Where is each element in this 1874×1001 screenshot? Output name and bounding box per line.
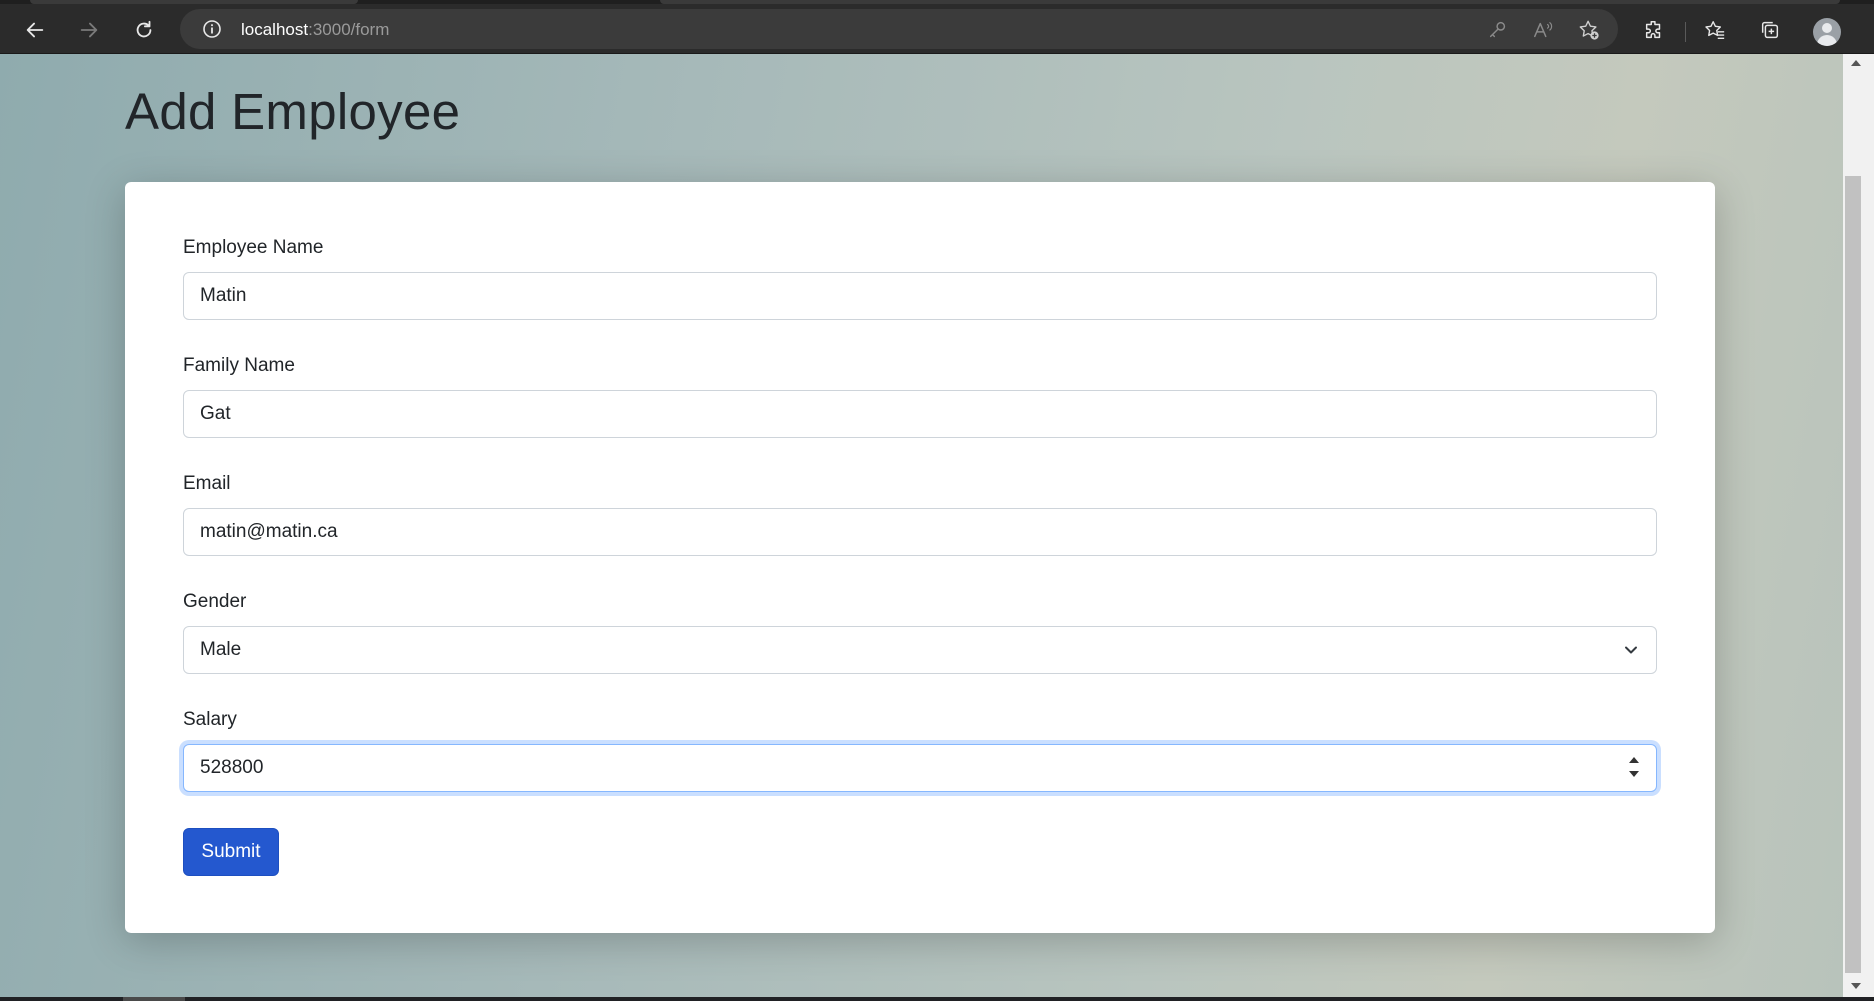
address-bar[interactable]: localhost:3000/form xyxy=(180,9,1618,49)
favorites-icon[interactable] xyxy=(1699,14,1731,46)
employee-name-label: Employee Name xyxy=(183,237,324,258)
scrollbar-thumb[interactable] xyxy=(1845,176,1861,973)
salary-input[interactable]: 528800 xyxy=(183,744,1657,792)
horizontal-scroll-indicator xyxy=(123,997,185,1001)
bottom-edge xyxy=(0,997,1874,1001)
gender-selected-value: Male xyxy=(200,639,242,660)
add-favorite-icon[interactable] xyxy=(1578,19,1600,41)
forward-arrow-icon[interactable] xyxy=(73,14,105,46)
avatar-head xyxy=(1822,23,1832,33)
back-arrow-icon[interactable] xyxy=(19,14,51,46)
family-name-group: Family Name Gat xyxy=(183,352,1657,438)
browser-toolbar: localhost:3000/form xyxy=(0,4,1874,54)
increment-arrow-icon[interactable] xyxy=(1629,757,1639,763)
salary-group: Salary 528800 xyxy=(183,706,1657,792)
url-path: :3000/form xyxy=(308,20,390,39)
collections-icon[interactable] xyxy=(1754,14,1786,46)
family-name-input[interactable]: Gat xyxy=(183,390,1657,438)
profile-avatar[interactable] xyxy=(1813,18,1841,46)
avatar-body xyxy=(1817,35,1837,46)
decrement-arrow-icon[interactable] xyxy=(1629,771,1639,777)
page-viewport: Add Employee Employee Name Matin Family … xyxy=(0,54,1843,997)
page-scrollbar[interactable] xyxy=(1843,54,1874,997)
chevron-down-icon xyxy=(1625,646,1637,654)
toolbar-divider xyxy=(1685,22,1686,42)
site-info-icon[interactable] xyxy=(202,19,222,39)
salary-value: 528800 xyxy=(200,757,264,778)
employee-form-card: Employee Name Matin Family Name Gat Emai… xyxy=(125,182,1715,933)
reload-icon[interactable] xyxy=(128,14,160,46)
email-input[interactable]: matin@matin.ca xyxy=(183,508,1657,556)
family-name-label: Family Name xyxy=(183,355,295,376)
number-spinner[interactable] xyxy=(1626,755,1642,781)
scroll-down-arrow-icon[interactable] xyxy=(1851,983,1861,989)
url-host: localhost xyxy=(241,20,309,39)
email-label: Email xyxy=(183,473,231,494)
gender-select[interactable]: Male xyxy=(183,626,1657,674)
gender-group: Gender Male xyxy=(183,588,1657,674)
email-group: Email matin@matin.ca xyxy=(183,470,1657,556)
page-title: Add Employee xyxy=(125,83,461,140)
scroll-up-arrow-icon[interactable] xyxy=(1851,60,1861,66)
gender-label: Gender xyxy=(183,591,247,612)
read-aloud-icon[interactable] xyxy=(1532,19,1554,41)
url-text[interactable]: localhost:3000/form xyxy=(241,20,389,40)
salary-label: Salary xyxy=(183,709,237,730)
employee-name-input[interactable]: Matin xyxy=(183,272,1657,320)
submit-button[interactable]: Submit xyxy=(183,828,279,876)
extensions-icon[interactable] xyxy=(1638,14,1670,46)
key-icon[interactable] xyxy=(1487,19,1509,41)
employee-name-group: Employee Name Matin xyxy=(183,234,1657,320)
